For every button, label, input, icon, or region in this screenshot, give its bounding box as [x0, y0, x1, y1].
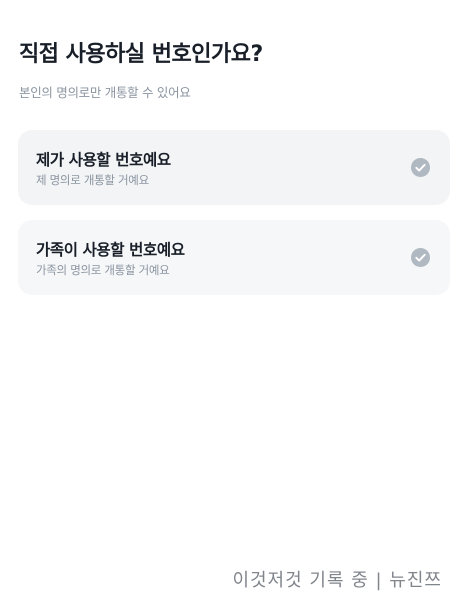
watermark: 이것저것 기록 중 | 뉴진쯔 — [232, 570, 442, 591]
option-family-number[interactable]: 가족이 사용할 번호예요 가족의 명의로 개통할 거예요 — [18, 220, 450, 295]
option-description: 가족의 명의로 개통할 거예요 — [36, 263, 170, 277]
option-title: 가족이 사용할 번호예요 — [36, 241, 185, 259]
check-circle-icon — [411, 248, 430, 267]
option-description: 제 명의로 개통할 거예요 — [36, 173, 149, 187]
option-own-number[interactable]: 제가 사용할 번호예요 제 명의로 개통할 거예요 — [18, 130, 450, 205]
check-circle-icon — [411, 158, 430, 177]
option-title: 제가 사용할 번호예요 — [36, 151, 171, 169]
page-title: 직접 사용하실 번호인가요? — [19, 42, 263, 67]
page-subtitle: 본인의 명의로만 개통할 수 있어요 — [19, 85, 191, 100]
